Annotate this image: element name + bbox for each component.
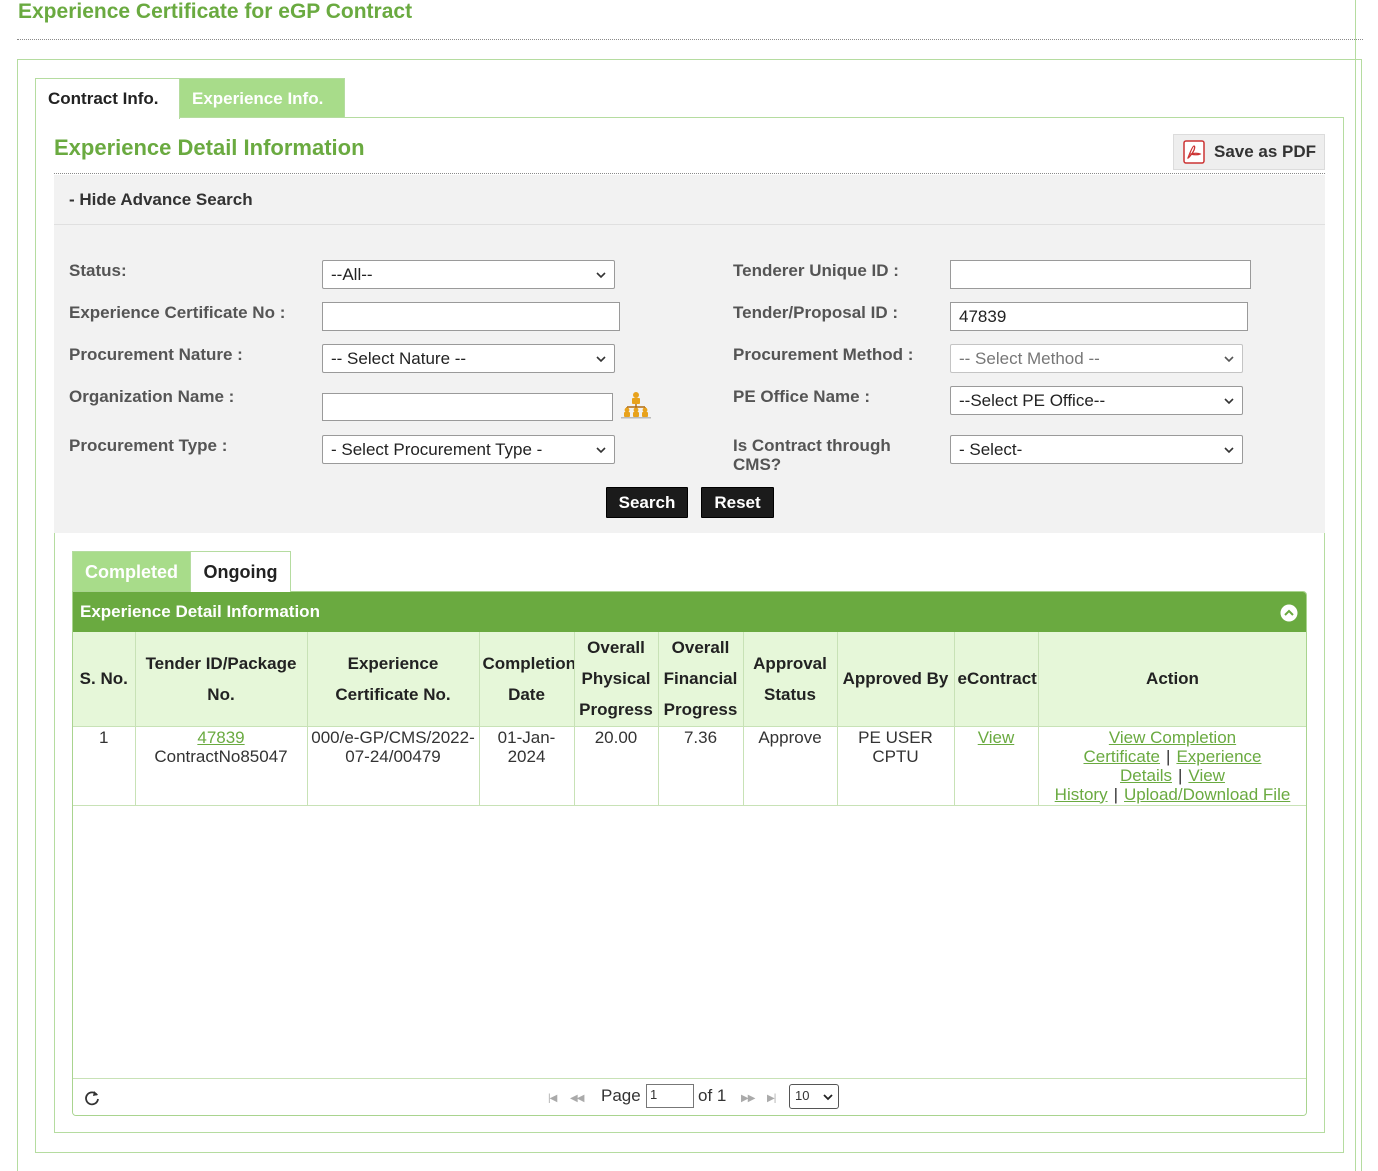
page-size-select[interactable]: 10 [789, 1084, 839, 1109]
next-page-icon[interactable]: ▶▶ [741, 1093, 755, 1104]
chevron-down-icon [596, 447, 606, 454]
organization-tree-icon[interactable] [620, 391, 652, 419]
organization-name-label: Organization Name : [69, 387, 235, 406]
first-page-icon[interactable]: |◀ [548, 1093, 557, 1104]
experience-table: S. No. Tender ID/Package No. Experience … [73, 632, 1306, 806]
certificate-no-input[interactable] [322, 302, 620, 331]
certificate-no-label: Experience Certificate No : [69, 303, 286, 322]
col-header-action[interactable]: Action [1038, 632, 1306, 727]
table-row: 1 47839 ContractNo85047 000/e-GP/CMS/202… [73, 726, 1306, 806]
page-title: Experience Certificate for eGP Contract [18, 0, 413, 23]
prev-page-icon[interactable]: ◀◀ [570, 1093, 584, 1104]
cell-approved-by: PE USER CPTU [837, 726, 955, 806]
cell-econtract: View [954, 726, 1039, 806]
page-total-label: of 1 [698, 1086, 727, 1105]
pagination-bar: |◀ ◀◀ Page 1 of 1 ▶▶ ▶| 10 [73, 1078, 1306, 1115]
grid-caption-title: Experience Detail Information [80, 602, 320, 621]
is-contract-cms-select[interactable]: - Select- [950, 435, 1243, 464]
page-size-value: 10 [795, 1088, 810, 1103]
grid-caption: Experience Detail Information [73, 592, 1306, 632]
procurement-method-select[interactable]: -- Select Method -- [950, 344, 1243, 373]
section-title: Experience Detail Information [54, 135, 365, 160]
tab-completed[interactable]: Completed [72, 551, 191, 592]
col-header-s-no[interactable]: S. No. [73, 632, 136, 727]
cell-s-no: 1 [73, 726, 136, 806]
col-header-approval-status[interactable]: Approval Status [743, 632, 838, 727]
tab-ongoing[interactable]: Ongoing [190, 551, 291, 592]
action-separator: | [1178, 765, 1183, 785]
organization-name-input[interactable] [322, 393, 613, 421]
tender-id-link[interactable]: 47839 [197, 728, 244, 747]
chevron-down-icon [823, 1094, 833, 1101]
tab-experience-info[interactable]: Experience Info. [179, 78, 345, 118]
cell-completion-date: 01-Jan-2024 [479, 726, 575, 806]
save-as-pdf-button[interactable]: Save as PDF [1173, 134, 1325, 170]
action-separator: | [1113, 784, 1118, 804]
procurement-type-label: Procurement Type : [69, 436, 228, 455]
chevron-down-icon [596, 272, 606, 279]
tender-proposal-id-label: Tender/Proposal ID : [733, 303, 898, 322]
pe-office-value: --Select PE Office-- [959, 391, 1106, 410]
is-contract-cms-value: - Select- [959, 440, 1023, 459]
cell-certificate-no: 000/e-GP/CMS/2022-07-24/00479 [307, 726, 480, 806]
col-header-physical-progress[interactable]: Overall Physical Progress [574, 632, 659, 727]
cell-financial-progress: 7.36 [658, 726, 744, 806]
collapse-icon[interactable] [1280, 604, 1298, 622]
col-header-certificate-no[interactable]: Experience Certificate No. [307, 632, 480, 727]
section-divider [54, 173, 1325, 174]
action-separator: | [1166, 746, 1171, 766]
cell-tender-id: 47839 ContractNo85047 [135, 726, 308, 806]
status-label: Status: [69, 261, 127, 280]
hide-advance-search-toggle[interactable]: - Hide Advance Search [54, 175, 1325, 225]
table-header-row: S. No. Tender ID/Package No. Experience … [73, 632, 1306, 727]
save-as-pdf-label: Save as PDF [1214, 142, 1317, 161]
col-header-completion-date[interactable]: Completion Date [479, 632, 575, 727]
pe-office-select[interactable]: --Select PE Office-- [950, 386, 1243, 415]
page-label: Page [601, 1086, 641, 1105]
procurement-method-value: -- Select Method -- [959, 349, 1100, 368]
col-header-financial-progress[interactable]: Overall Financial Progress [658, 632, 744, 727]
tab-contract-info[interactable]: Contract Info. [35, 78, 180, 119]
is-contract-cms-label: Is Contract through CMS? [733, 436, 891, 474]
chevron-down-icon [1224, 398, 1234, 405]
title-divider [17, 39, 1363, 40]
pe-office-name-label: PE Office Name : [733, 387, 870, 406]
procurement-nature-select[interactable]: -- Select Nature -- [322, 344, 615, 373]
chevron-down-icon [596, 356, 606, 363]
tenderer-unique-id-input[interactable] [950, 260, 1251, 289]
tenderer-unique-id-label: Tenderer Unique ID : [733, 261, 899, 280]
reset-button[interactable]: Reset [701, 487, 774, 518]
procurement-method-label: Procurement Method : [733, 345, 914, 364]
col-header-approved-by[interactable]: Approved By [837, 632, 955, 727]
pdf-icon [1183, 140, 1205, 164]
status-select[interactable]: --All-- [322, 260, 615, 289]
status-select-value: --All-- [331, 265, 373, 284]
page-number-input[interactable]: 1 [646, 1084, 694, 1108]
tender-proposal-id-input[interactable]: 47839 [950, 302, 1248, 331]
last-page-icon[interactable]: ▶| [767, 1093, 776, 1104]
package-no: ContractNo85047 [154, 746, 288, 766]
procurement-type-value: - Select Procurement Type - [331, 440, 543, 459]
procurement-nature-value: -- Select Nature -- [331, 349, 467, 368]
upload-download-file-link[interactable]: Upload/Download File [1124, 785, 1290, 804]
procurement-nature-label: Procurement Nature : [69, 345, 243, 364]
cell-approval-status: Approve [743, 726, 838, 806]
cell-physical-progress: 20.00 [574, 726, 659, 806]
experience-grid: Experience Detail Information S. No. Ten… [72, 591, 1307, 1116]
refresh-icon[interactable] [83, 1089, 101, 1107]
econtract-view-link[interactable]: View [978, 728, 1015, 747]
procurement-type-select[interactable]: - Select Procurement Type - [322, 435, 615, 464]
chevron-down-icon [1224, 356, 1234, 363]
col-header-econtract[interactable]: eContract [954, 632, 1039, 727]
cell-action: View Completion Certificate | Experience D… [1038, 726, 1306, 806]
search-button[interactable]: Search [606, 487, 688, 518]
chevron-down-icon [1224, 447, 1234, 454]
col-header-tender-id[interactable]: Tender ID/Package No. [135, 632, 308, 727]
